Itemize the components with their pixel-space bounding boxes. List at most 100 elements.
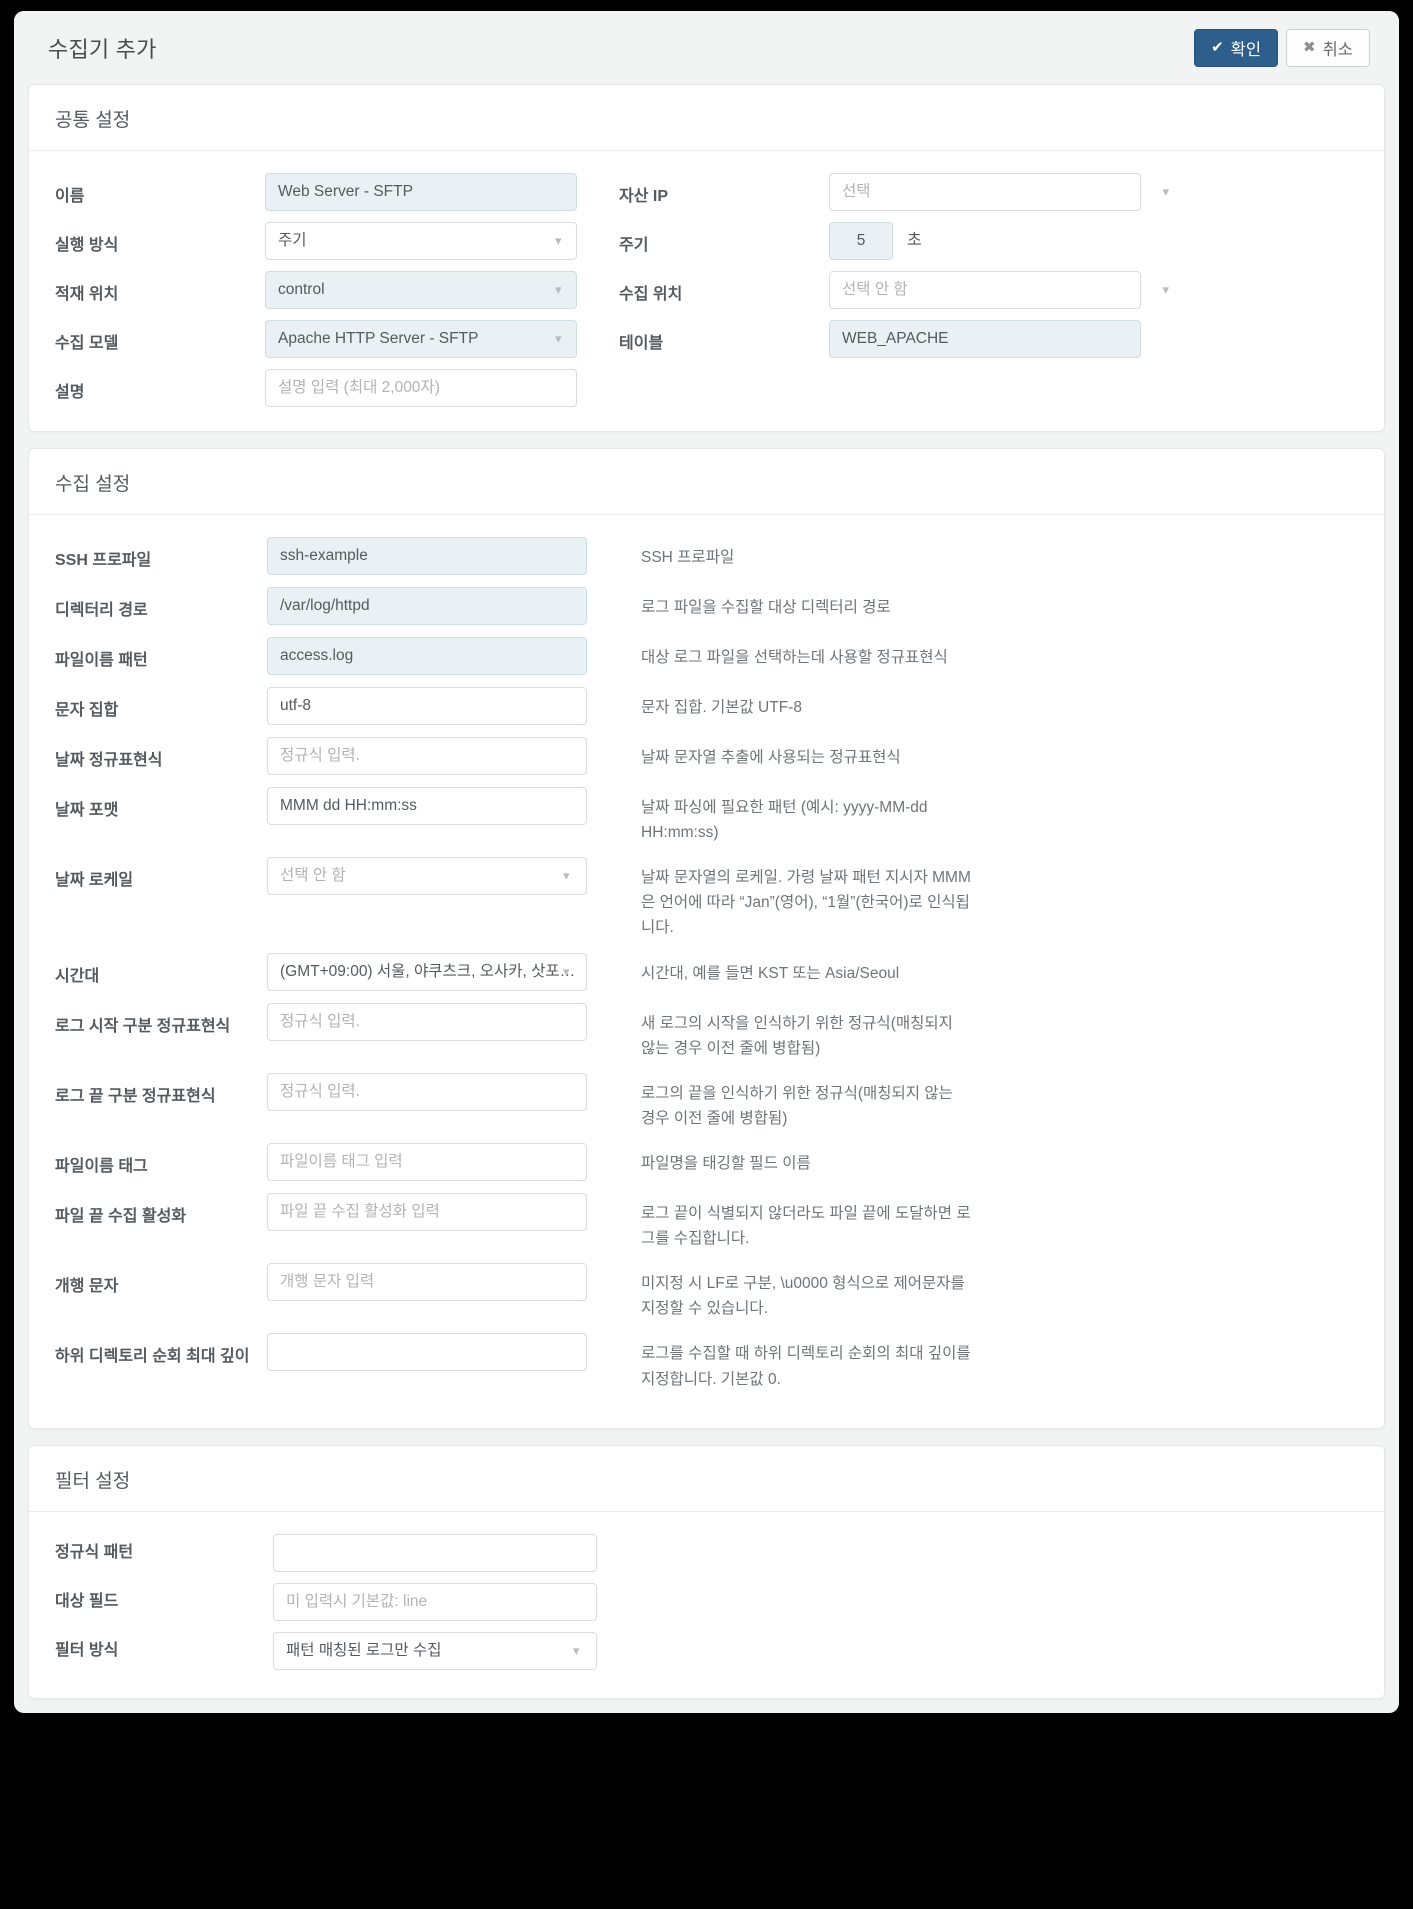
- collect-field-control: 파일이름 태그 입력: [267, 1142, 597, 1181]
- collect-field-control: ssh-example: [267, 537, 597, 575]
- collect-field-help-text: 문자 집합. 기본값 UTF-8: [641, 699, 802, 716]
- description-input[interactable]: 설명 입력 (최대 2,000자): [265, 369, 577, 407]
- confirm-button[interactable]: ✔ 확인: [1194, 28, 1279, 67]
- collect-field-control: 정규식 입력.: [267, 1002, 597, 1041]
- collect-field-label: 로그 시작 구분 정규표현식: [55, 1017, 231, 1035]
- collect-field-help-text: SSH 프로파일: [641, 549, 735, 566]
- field-description-label: 설명: [55, 384, 85, 401]
- filter-mode-select[interactable]: 패턴 매칭된 로그만 수집: [273, 1631, 597, 1670]
- cancel-button[interactable]: ✖ 취소: [1286, 28, 1370, 67]
- field-collect-model: 수집 모델 Apache HTTP Server - SFTP ▾: [55, 320, 619, 358]
- collect-field-help-text: 로그 끝이 식별되지 않더라도 파일 끝에 도달하면 로그를 수집합니다.: [641, 1204, 971, 1248]
- collect-field-input[interactable]: /var/log/httpd: [267, 587, 587, 625]
- field-filter-mode-label: 필터 방식: [55, 1642, 119, 1660]
- table-input[interactable]: WEB_APACHE: [829, 320, 1141, 358]
- field-exec-method: 실행 방식 주기 ▾: [55, 222, 619, 260]
- target-field-input[interactable]: 미 입력시 기본값: line: [273, 1582, 597, 1621]
- form-row: 파일 끝 수집 활성화 파일 끝 수집 활성화 입력 로그 끝이 식별되지 않더라도…: [55, 1192, 1358, 1251]
- form-row: SSH 프로파일 ssh-example SSH 프로파일: [55, 537, 1358, 575]
- field-exec-method-label: 실행 방식: [55, 237, 119, 254]
- collect-field-label: 시간대: [55, 967, 100, 985]
- asset-ip-select[interactable]: 선택: [829, 173, 1141, 211]
- form-row: 설명 설명 입력 (최대 2,000자): [55, 369, 1358, 407]
- collect-field-help-text: 로그의 끝을 인식하기 위한 정규식(매칭되지 않는 경우 이전 줄에 병합됨): [641, 1084, 953, 1127]
- form-row: 디렉터리 경로/var/log/httpd 로그 파일을 수집할 대상 디렉터리 …: [55, 587, 1358, 625]
- collect-field-control: 선택 안 함 ▾: [267, 857, 597, 896]
- field-collect-location: 수집 위치 선택 안 함 ▾: [619, 271, 1185, 309]
- form-row: 날짜 정규표현식 정규식 입력. 날짜 문자열 추출에 사용되는 정규표현식: [55, 737, 1358, 775]
- field-table: 테이블 WEB_APACHE: [619, 320, 1185, 358]
- collect-field-help-text: 로그를 수집할 때 하위 디렉토리 순회의 최대 깊이를 지정합니다. 기본값 …: [641, 1345, 971, 1388]
- collect-field-label: 날짜 포맷: [55, 802, 119, 819]
- collect-field-control: 개행 문자 입력: [267, 1263, 597, 1302]
- exec-method-select[interactable]: 주기: [265, 222, 577, 260]
- collect-field-input[interactable]: ssh-example: [267, 537, 587, 575]
- collect-field-input[interactable]: utf-8: [267, 687, 587, 725]
- form-row: 실행 방식 주기 ▾ 주기 5 초: [55, 222, 1358, 260]
- collect-field-input[interactable]: 파일 끝 수집 활성화 입력: [267, 1192, 587, 1231]
- field-name: 이름 Web Server - SFTP: [55, 173, 619, 211]
- form-row: 개행 문자 개행 문자 입력 미지정 시 LF로 구분, \u0000 형식으로 제…: [55, 1263, 1358, 1321]
- check-icon: ✔: [1211, 39, 1224, 56]
- collect-field-label: 날짜 로케일: [55, 872, 134, 890]
- regex-pattern-input[interactable]: [273, 1533, 597, 1572]
- collect-field-control: MMM dd HH:mm:ss: [267, 787, 597, 825]
- collect-field-label: 파일 끝 수집 활성화: [55, 1207, 187, 1225]
- form-row: 로그 끝 구분 정규표현식 정규식 입력. 로그의 끝을 인식하기 위한 정규식(매…: [55, 1072, 1358, 1131]
- collect-field-help-text: 날짜 문자열 추출에 사용되는 정규표현식: [641, 749, 901, 766]
- collect-field-label: 하위 디렉토리 순회 최대 깊이: [55, 1348, 250, 1366]
- collect-field-label: 문자 집합: [55, 702, 119, 719]
- collect-field-input[interactable]: MMM dd HH:mm:ss: [267, 787, 587, 825]
- chevron-down-icon: ▾: [1162, 184, 1169, 199]
- dialog-header: 수집기 추가 ✔ 확인 ✖ 취소: [14, 11, 1399, 84]
- collect-field-input[interactable]: 파일이름 태그 입력: [267, 1142, 587, 1181]
- form-row: 대상 필드 미 입력시 기본값: line: [55, 1582, 1358, 1621]
- chevron-down-icon: ▾: [1162, 282, 1169, 297]
- collect-field-control: 파일 끝 수집 활성화 입력: [267, 1192, 597, 1231]
- form-row: 파일이름 태그 파일이름 태그 입력 파일명을 태깅할 필드 이름: [55, 1142, 1358, 1181]
- common-settings-title: 공통 설정: [29, 85, 1384, 151]
- collect-field-input[interactable]: 개행 문자 입력: [267, 1263, 587, 1302]
- field-table-label: 테이블: [619, 335, 664, 352]
- collect-field-input[interactable]: [267, 1333, 587, 1372]
- form-row: 정규식 패턴: [55, 1533, 1358, 1572]
- form-row: 날짜 로케일 선택 안 함 ▾ 날짜 문자열의 로케일. 가령 날짜 패턴 지시자 M…: [55, 857, 1358, 940]
- form-row: 하위 디렉토리 순회 최대 깊이 로그를 수집할 때 하위 디렉토리 순회의 최대…: [55, 1333, 1358, 1391]
- collect-field-label: 개행 문자: [55, 1278, 119, 1296]
- header-actions: ✔ 확인 ✖ 취소: [1194, 28, 1370, 67]
- collect-model-select[interactable]: Apache HTTP Server - SFTP: [265, 320, 577, 358]
- field-collect-model-label: 수집 모델: [55, 335, 119, 352]
- collect-field-help-text: 새 로그의 시작을 인식하기 위한 정규식(매칭되지 않는 경우 이전 줄에 병…: [641, 1014, 953, 1057]
- collect-field-help-text: 로그 파일을 수집할 대상 디렉터리 경로: [641, 599, 891, 616]
- field-collect-location-label: 수집 위치: [619, 286, 683, 303]
- field-interval-label: 주기: [619, 237, 649, 254]
- collect-field-help-text: 시간대, 예를 들면 KST 또는 Asia/Seoul: [641, 964, 900, 982]
- collect-field-input[interactable]: 정규식 입력.: [267, 1002, 587, 1041]
- collect-location-select[interactable]: 선택 안 함: [829, 271, 1141, 309]
- interval-input[interactable]: 5: [829, 222, 893, 260]
- form-row: 적재 위치 control ▾ 수집 위치 선택 안 함 ▾: [55, 271, 1358, 309]
- add-collector-dialog: 수집기 추가 ✔ 확인 ✖ 취소 공통 설정 이름 Web Server - S…: [14, 11, 1399, 1713]
- collect-field-input[interactable]: access.log: [267, 637, 587, 675]
- filter-settings-body: 정규식 패턴 대상 필드 미 입력시 기본값: line 필터 방식 패턴 매칭…: [29, 1512, 1384, 1698]
- field-regex-pattern-label: 정규식 패턴: [55, 1544, 134, 1562]
- form-row: 수집 모델 Apache HTTP Server - SFTP ▾ 테이블 WE…: [55, 320, 1358, 358]
- collect-field-select[interactable]: (GMT+09:00) 서울, 야쿠츠크, 오사카, 삿포…: [267, 952, 587, 991]
- interval-unit-label: 초: [907, 232, 922, 249]
- form-row: 시간대 (GMT+09:00) 서울, 야쿠츠크, 오사카, 삿포… ▾ 시간대, 예…: [55, 952, 1358, 991]
- field-asset-ip: 자산 IP 선택 ▾: [619, 173, 1185, 211]
- collect-field-input[interactable]: 정규식 입력.: [267, 1072, 587, 1111]
- collect-settings-body: SSH 프로파일 ssh-example SSH 프로파일 디렉터리 경로/var/l…: [29, 515, 1384, 1428]
- collect-field-select[interactable]: 선택 안 함: [267, 857, 587, 896]
- collect-field-control: 정규식 입력.: [267, 737, 597, 775]
- form-row: 파일이름 패턴 access.log 대상 로그 파일을 선택하는데 사용할 정규표…: [55, 637, 1358, 675]
- load-location-select[interactable]: control: [265, 271, 577, 309]
- name-input[interactable]: Web Server - SFTP: [265, 173, 577, 211]
- field-asset-ip-label: 자산 IP: [619, 188, 669, 205]
- field-target-field-label: 대상 필드: [55, 1593, 119, 1611]
- collect-field-help-text: 날짜 파싱에 필요한 패턴 (예시: yyyy-MM-dd HH:mm:ss): [641, 799, 928, 842]
- field-interval: 주기 5 초: [619, 222, 1185, 260]
- form-row: 문자 집합 utf-8 문자 집합. 기본값 UTF-8: [55, 687, 1358, 725]
- collect-field-control: access.log: [267, 637, 597, 675]
- collect-field-input[interactable]: 정규식 입력.: [267, 737, 587, 775]
